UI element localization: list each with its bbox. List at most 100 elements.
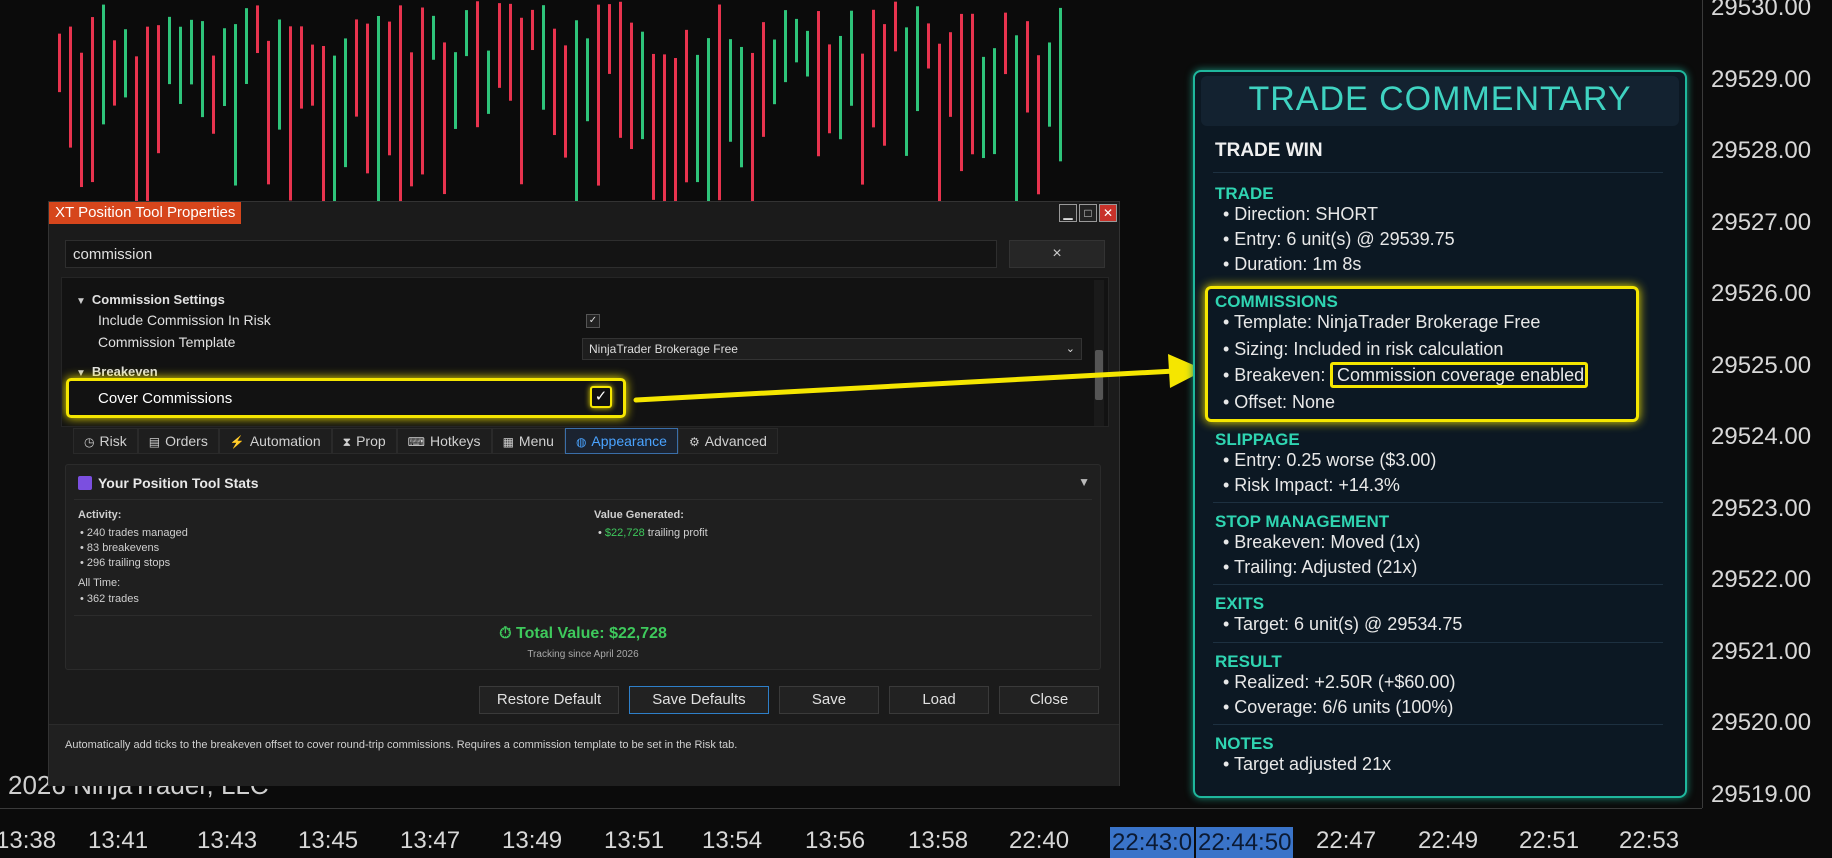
divider <box>1213 642 1663 643</box>
tab-automation[interactable]: ⚡ Automation <box>218 428 332 454</box>
tab-label: Hotkeys <box>429 433 481 449</box>
load-button[interactable]: Load <box>889 686 989 714</box>
restore-default-button[interactable]: Restore Default <box>479 686 619 714</box>
trade-direction: • Direction: SHORT <box>1223 204 1379 224</box>
tracking-since: Tracking since April 2026 <box>527 649 639 660</box>
activity-item: • 83 breakevens <box>80 542 160 554</box>
save-defaults-button[interactable]: Save Defaults <box>629 686 769 714</box>
candle <box>993 48 996 155</box>
candle <box>927 23 930 69</box>
property-search-input[interactable] <box>65 240 997 268</box>
time-label: 13:38 <box>0 827 57 854</box>
price-label: 29530.00 <box>1711 0 1812 21</box>
candle <box>872 9 875 128</box>
trade-heading: TRADE <box>1215 184 1274 203</box>
candle <box>201 21 204 118</box>
tab-hotkeys[interactable]: ⌨ Hotkeys <box>396 428 492 454</box>
price-label: 29528.00 <box>1711 137 1812 164</box>
candle <box>1004 12 1007 75</box>
category-label: Breakeven <box>91 364 158 379</box>
candle <box>531 9 534 51</box>
alltime-item: • 362 trades <box>80 593 139 605</box>
clear-search-button[interactable]: × <box>1009 240 1105 268</box>
candle <box>905 27 908 156</box>
category-commission-settings[interactable]: ▼ Commission Settings <box>76 292 225 307</box>
result-heading: RESULT <box>1215 652 1282 671</box>
candle <box>410 52 413 187</box>
divider <box>1213 502 1663 503</box>
commission-template-select[interactable]: NinjaTrader Brokerage Free ⌄ <box>582 338 1082 360</box>
stats-collapse-toggle[interactable]: ▼ <box>1078 475 1090 489</box>
maximize-button[interactable]: □ <box>1079 204 1097 222</box>
candle <box>124 29 127 98</box>
time-label: 13:49 <box>502 827 563 854</box>
stats-title-text: Your Position Tool Stats <box>98 475 259 491</box>
slippage-risk-impact: • Risk Impact: +14.3% <box>1223 475 1400 495</box>
candle <box>630 22 633 150</box>
tab-orders[interactable]: ▤ Orders <box>137 428 219 454</box>
candle <box>861 53 864 185</box>
close-window-button[interactable]: ✕ <box>1099 204 1117 222</box>
tab-label: Risk <box>99 433 127 449</box>
commission-breakeven-value: Commission coverage enabled <box>1337 365 1585 385</box>
tab-label: Prop <box>356 433 386 449</box>
candle <box>311 44 314 106</box>
tab-prop[interactable]: ⧗ Prop <box>331 428 397 454</box>
commission-offset: • Offset: None <box>1223 392 1336 412</box>
position-tool-properties-dialog[interactable]: XT Position Tool Properties ▁ □ ✕ × ▼ Com… <box>48 201 1120 786</box>
bolt-icon: ⚡ <box>229 435 245 449</box>
tab-menu[interactable]: ▦ Menu <box>491 428 565 454</box>
chevron-down-icon: ⌄ <box>1065 343 1075 355</box>
candle <box>1059 7 1062 162</box>
candle <box>960 13 963 172</box>
minimize-button[interactable]: ▁ <box>1059 204 1077 222</box>
candle <box>509 3 512 101</box>
candle <box>80 52 83 188</box>
tab-risk[interactable]: ◷ Risk <box>73 428 138 454</box>
candle <box>388 21 391 156</box>
candle <box>234 24 237 186</box>
time-label: 22:49 <box>1418 827 1479 854</box>
trade-result-heading: TRADE WIN <box>1215 140 1323 161</box>
gear-icon: ⚙ <box>688 435 700 449</box>
candle <box>784 10 787 83</box>
price-axis[interactable]: 29530.00 29529.00 29528.00 29527.00 29526.00… <box>1702 0 1832 808</box>
divider <box>1213 172 1663 173</box>
price-label: 29519.00 <box>1711 780 1812 808</box>
value-generated-item: • $22,728 trailing profit <box>598 527 708 539</box>
candle <box>102 4 105 125</box>
save-button[interactable]: Save <box>779 686 879 714</box>
tab-appearance[interactable]: ◍ Appearance <box>564 428 678 454</box>
collapse-triangle-icon[interactable]: ▼ <box>76 296 86 307</box>
grid-scrollbar[interactable] <box>1094 280 1104 426</box>
include-commission-checkbox[interactable]: ✓ <box>586 314 600 328</box>
select-value: NinjaTrader Brokerage Free <box>589 342 738 356</box>
candle <box>850 10 853 106</box>
time-label: 22:53 <box>1619 827 1680 854</box>
price-label: 29525.00 <box>1711 351 1812 379</box>
price-label: 29527.00 <box>1711 208 1812 236</box>
scroll-thumb[interactable] <box>1095 350 1103 400</box>
candle <box>817 11 820 157</box>
menu-icon: ▦ <box>502 435 514 449</box>
candle <box>443 42 446 195</box>
divider <box>1213 584 1663 585</box>
divider <box>74 615 1092 616</box>
cover-commissions-label: Cover Commissions <box>98 390 233 407</box>
close-button[interactable]: Close <box>999 686 1099 714</box>
candle <box>520 17 523 185</box>
time-label: 22:51 <box>1519 827 1580 854</box>
bullet: • <box>598 527 602 539</box>
time-label: 22:44:50 <box>1196 827 1294 858</box>
candle <box>652 53 655 200</box>
cover-commissions-checkbox[interactable]: ✓ <box>590 386 612 408</box>
price-label: 29523.00 <box>1711 494 1812 522</box>
candle <box>564 45 567 158</box>
tab-advanced[interactable]: ⚙ Advanced <box>677 428 778 454</box>
candle <box>751 52 754 209</box>
category-breakeven[interactable]: ▼ Breakeven <box>76 364 158 379</box>
total-value-text: Total Value: $22,728 <box>516 625 667 642</box>
time-axis[interactable]: 13:38 13:41 13:43 13:45 13:47 13:49 13:51 13:54… <box>0 808 1702 858</box>
trade-duration: • Duration: 1m 8s <box>1223 254 1362 274</box>
candle <box>256 5 259 54</box>
